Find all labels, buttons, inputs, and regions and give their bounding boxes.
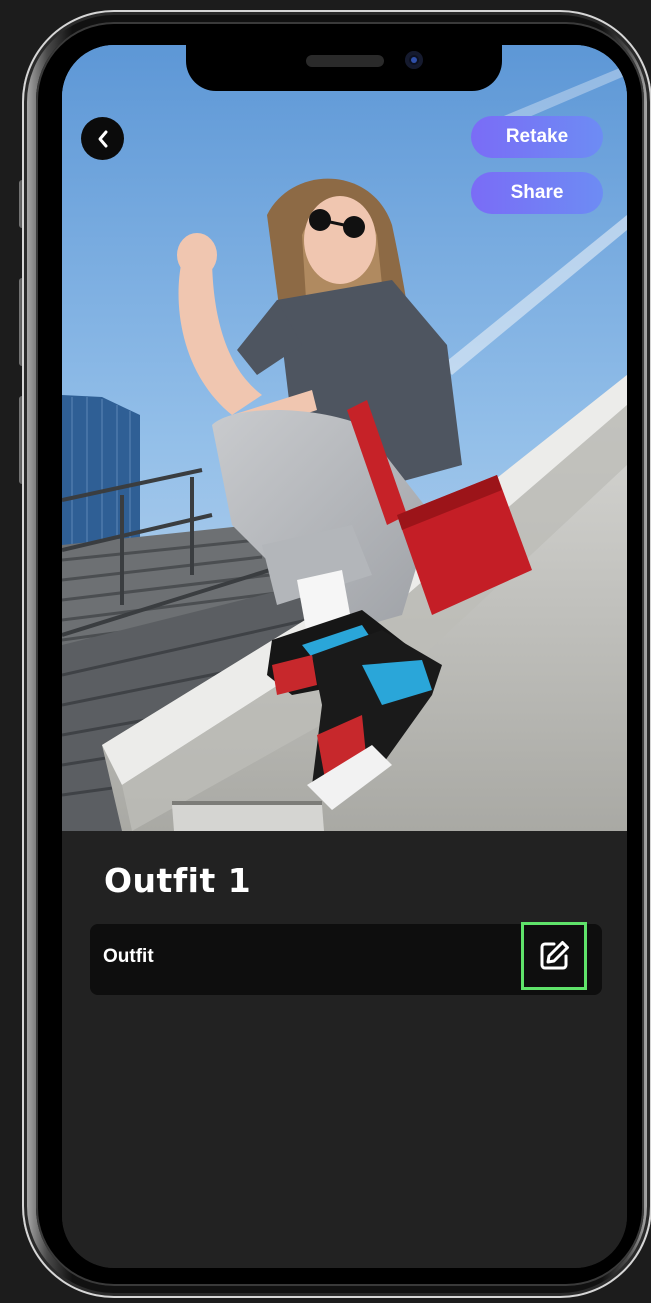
outfit-field-label: Outfit [103, 946, 154, 967]
phone-notch [186, 45, 502, 91]
front-camera [405, 51, 423, 69]
back-button[interactable] [81, 117, 124, 160]
outfit-field-row: Outfit [90, 922, 602, 995]
outfit-title: Outfit 1 [104, 861, 252, 900]
share-button[interactable]: Share [471, 172, 603, 214]
chevron-left-icon [98, 130, 107, 147]
outfit-photo-illustration [62, 45, 627, 831]
outfit-photo: Retake Share [62, 45, 627, 831]
stage: Retake Share Outfit 1 Outfit [0, 0, 651, 1303]
edit-button[interactable] [521, 922, 587, 990]
edit-icon [540, 941, 569, 970]
speaker-grille [306, 55, 384, 67]
outfit-details: Outfit 1 Outfit [62, 831, 627, 1268]
retake-button[interactable]: Retake [471, 116, 603, 158]
phone-screen: Retake Share Outfit 1 Outfit [62, 45, 627, 1268]
